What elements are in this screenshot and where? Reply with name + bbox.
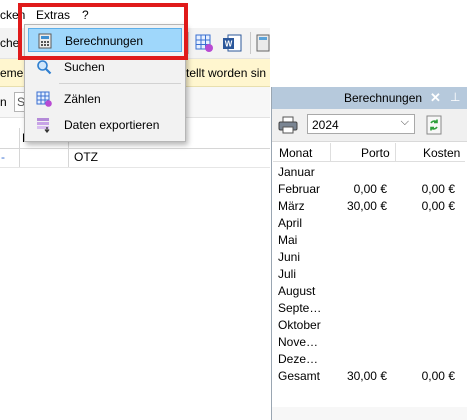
calculator-icon[interactable] bbox=[256, 33, 276, 53]
close-icon[interactable]: ✕ bbox=[430, 90, 441, 106]
filter-label: n bbox=[0, 95, 7, 109]
cell-month: Oktober bbox=[278, 318, 321, 332]
count-grid-icon bbox=[36, 91, 52, 107]
panel-bottom bbox=[272, 407, 467, 420]
cell-month: März bbox=[278, 199, 305, 213]
table-row[interactable]: Septe… bbox=[273, 299, 465, 316]
table-row[interactable]: August bbox=[273, 282, 465, 299]
row-marker: - bbox=[1, 150, 5, 164]
cell-month: Februar bbox=[278, 182, 321, 196]
cell-kosten: 0,00 € bbox=[421, 182, 455, 196]
table-row[interactable]: Januar bbox=[273, 163, 465, 180]
column-divider bbox=[330, 143, 331, 161]
table-row[interactable]: März 30,00 € 0,00 € bbox=[273, 197, 465, 214]
printer-icon[interactable] bbox=[278, 116, 298, 137]
extras-menu: Berechnungen Suchen Zählen Daten exporti… bbox=[24, 24, 186, 142]
panel-title: Berechnungen bbox=[344, 91, 423, 105]
cell-month: Juni bbox=[278, 250, 301, 264]
word-icon[interactable]: W bbox=[222, 33, 242, 53]
toolbar-label: che: bbox=[0, 36, 23, 50]
cell-month: August bbox=[278, 284, 316, 298]
refresh-icon[interactable] bbox=[425, 115, 443, 138]
magnifier-icon bbox=[36, 59, 52, 75]
cell-porto: 0,00 € bbox=[353, 182, 387, 196]
table-row[interactable]: Juni bbox=[273, 248, 465, 265]
calculations-panel: Berechnungen ✕ ⊥ 2024 ⌵ Monat Porto Kost… bbox=[271, 87, 467, 420]
svg-text:W: W bbox=[225, 40, 233, 49]
column-header-kosten[interactable]: Kosten bbox=[423, 146, 460, 160]
table-row[interactable]: Oktober bbox=[273, 316, 465, 333]
year-value: 2024 bbox=[312, 118, 339, 132]
table-row[interactable]: Nove… bbox=[273, 333, 465, 350]
cell-month: Mai bbox=[278, 233, 298, 247]
toolbar-separator bbox=[250, 32, 251, 54]
column-header-month[interactable]: Monat bbox=[279, 146, 312, 160]
chevron-down-icon: ⌵ bbox=[400, 116, 409, 128]
menu-item-label: Daten exportieren bbox=[64, 118, 160, 132]
table-row[interactable]: - OTZ bbox=[0, 148, 270, 168]
cell-month: Nove… bbox=[278, 335, 319, 349]
cell-kosten: 0,00 € bbox=[421, 199, 455, 213]
menu-item-zaehlen[interactable]: Zählen bbox=[28, 87, 182, 111]
cell-month: Januar bbox=[278, 165, 315, 179]
cell-porto: 30,00 € bbox=[346, 199, 387, 213]
menu-item-label: Zählen bbox=[64, 92, 101, 106]
export-icon bbox=[36, 117, 52, 134]
menu-item-label: Suchen bbox=[64, 60, 105, 74]
table-row[interactable]: April bbox=[273, 214, 465, 231]
panel-toolbar: 2024 ⌵ bbox=[272, 109, 467, 142]
table-row[interactable]: Juli bbox=[273, 265, 465, 282]
cell-month: Gesamt bbox=[278, 369, 321, 383]
menu-item-extras[interactable]: Extras bbox=[36, 8, 70, 22]
menu-separator bbox=[59, 83, 181, 84]
menu-item-partial[interactable]: cken bbox=[0, 8, 25, 22]
table-row[interactable]: Gesamt 30,00 € 0,00 € bbox=[273, 367, 465, 384]
panel-title-bar: Berechnungen ✕ ⊥ bbox=[272, 87, 467, 109]
cell-kosten: 0,00 € bbox=[421, 369, 455, 383]
cell-porto: 30,00 € bbox=[346, 369, 387, 383]
year-select[interactable]: 2024 ⌵ bbox=[307, 114, 415, 134]
column-divider bbox=[395, 143, 396, 161]
calculator-icon bbox=[37, 33, 53, 49]
toolbar-separator bbox=[188, 32, 189, 54]
table-row[interactable]: Deze… bbox=[273, 350, 465, 367]
table-row[interactable]: Februar 0,00 € 0,00 € bbox=[273, 180, 465, 197]
cell-month: Septe… bbox=[278, 301, 322, 315]
grid-cell: OTZ bbox=[74, 150, 98, 164]
table-header: Monat Porto Kosten bbox=[273, 143, 465, 162]
table-row[interactable]: Mai bbox=[273, 231, 465, 248]
pin-icon[interactable]: ⊥ bbox=[450, 90, 460, 104]
count-grid-icon[interactable] bbox=[194, 33, 214, 53]
cell-month: Juli bbox=[278, 267, 297, 281]
menu-item-daten-exportieren[interactable]: Daten exportieren bbox=[28, 113, 182, 137]
info-text-right: tellt worden sin bbox=[186, 66, 267, 80]
menu-item-berechnungen[interactable]: Berechnungen bbox=[28, 28, 182, 52]
menu-item-suchen[interactable]: Suchen bbox=[28, 55, 182, 79]
column-header-porto[interactable]: Porto bbox=[361, 146, 390, 160]
cell-month: April bbox=[278, 216, 303, 230]
cell-month: Deze… bbox=[278, 352, 319, 366]
menu-item-help[interactable]: ? bbox=[82, 8, 89, 22]
menu-item-label: Berechnungen bbox=[65, 34, 144, 48]
